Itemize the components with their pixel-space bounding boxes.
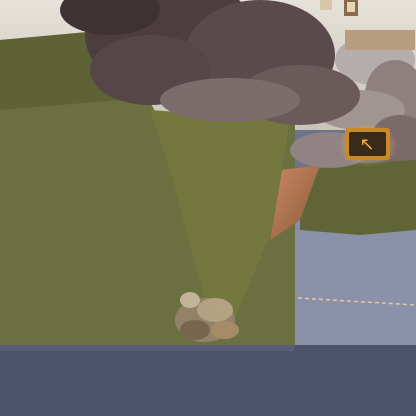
glowing-sign: ↖ [338,123,398,167]
shore-edge [0,345,416,416]
sign-glyph-icon: ↖ [359,134,374,155]
game-viewport[interactable]: ↖ [0,0,416,416]
water-far [290,230,416,350]
shore-shadow [0,345,295,351]
